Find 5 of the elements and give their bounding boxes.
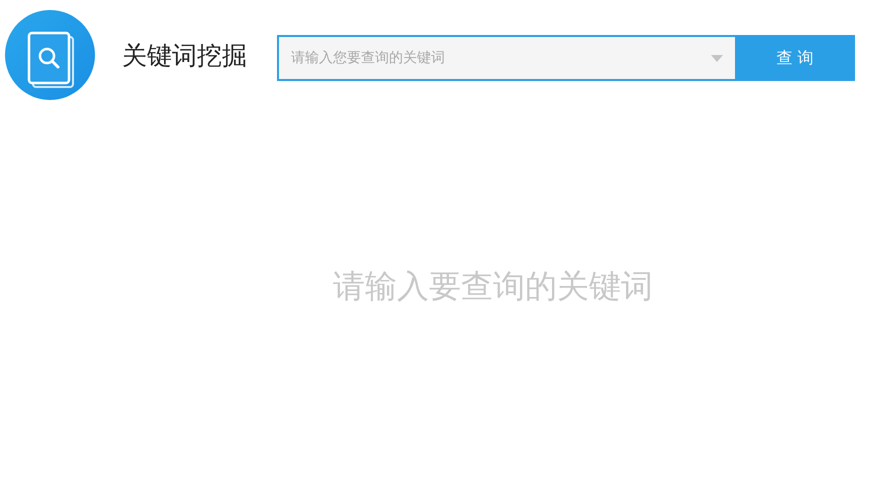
search-button[interactable]: 查 询 <box>735 35 855 81</box>
app-logo-icon <box>5 10 95 100</box>
search-field[interactable]: 请输入您要查询的关键词 <box>277 35 735 81</box>
app-title: 关键词挖掘 <box>122 40 248 72</box>
dropdown-caret-icon[interactable] <box>711 55 723 62</box>
